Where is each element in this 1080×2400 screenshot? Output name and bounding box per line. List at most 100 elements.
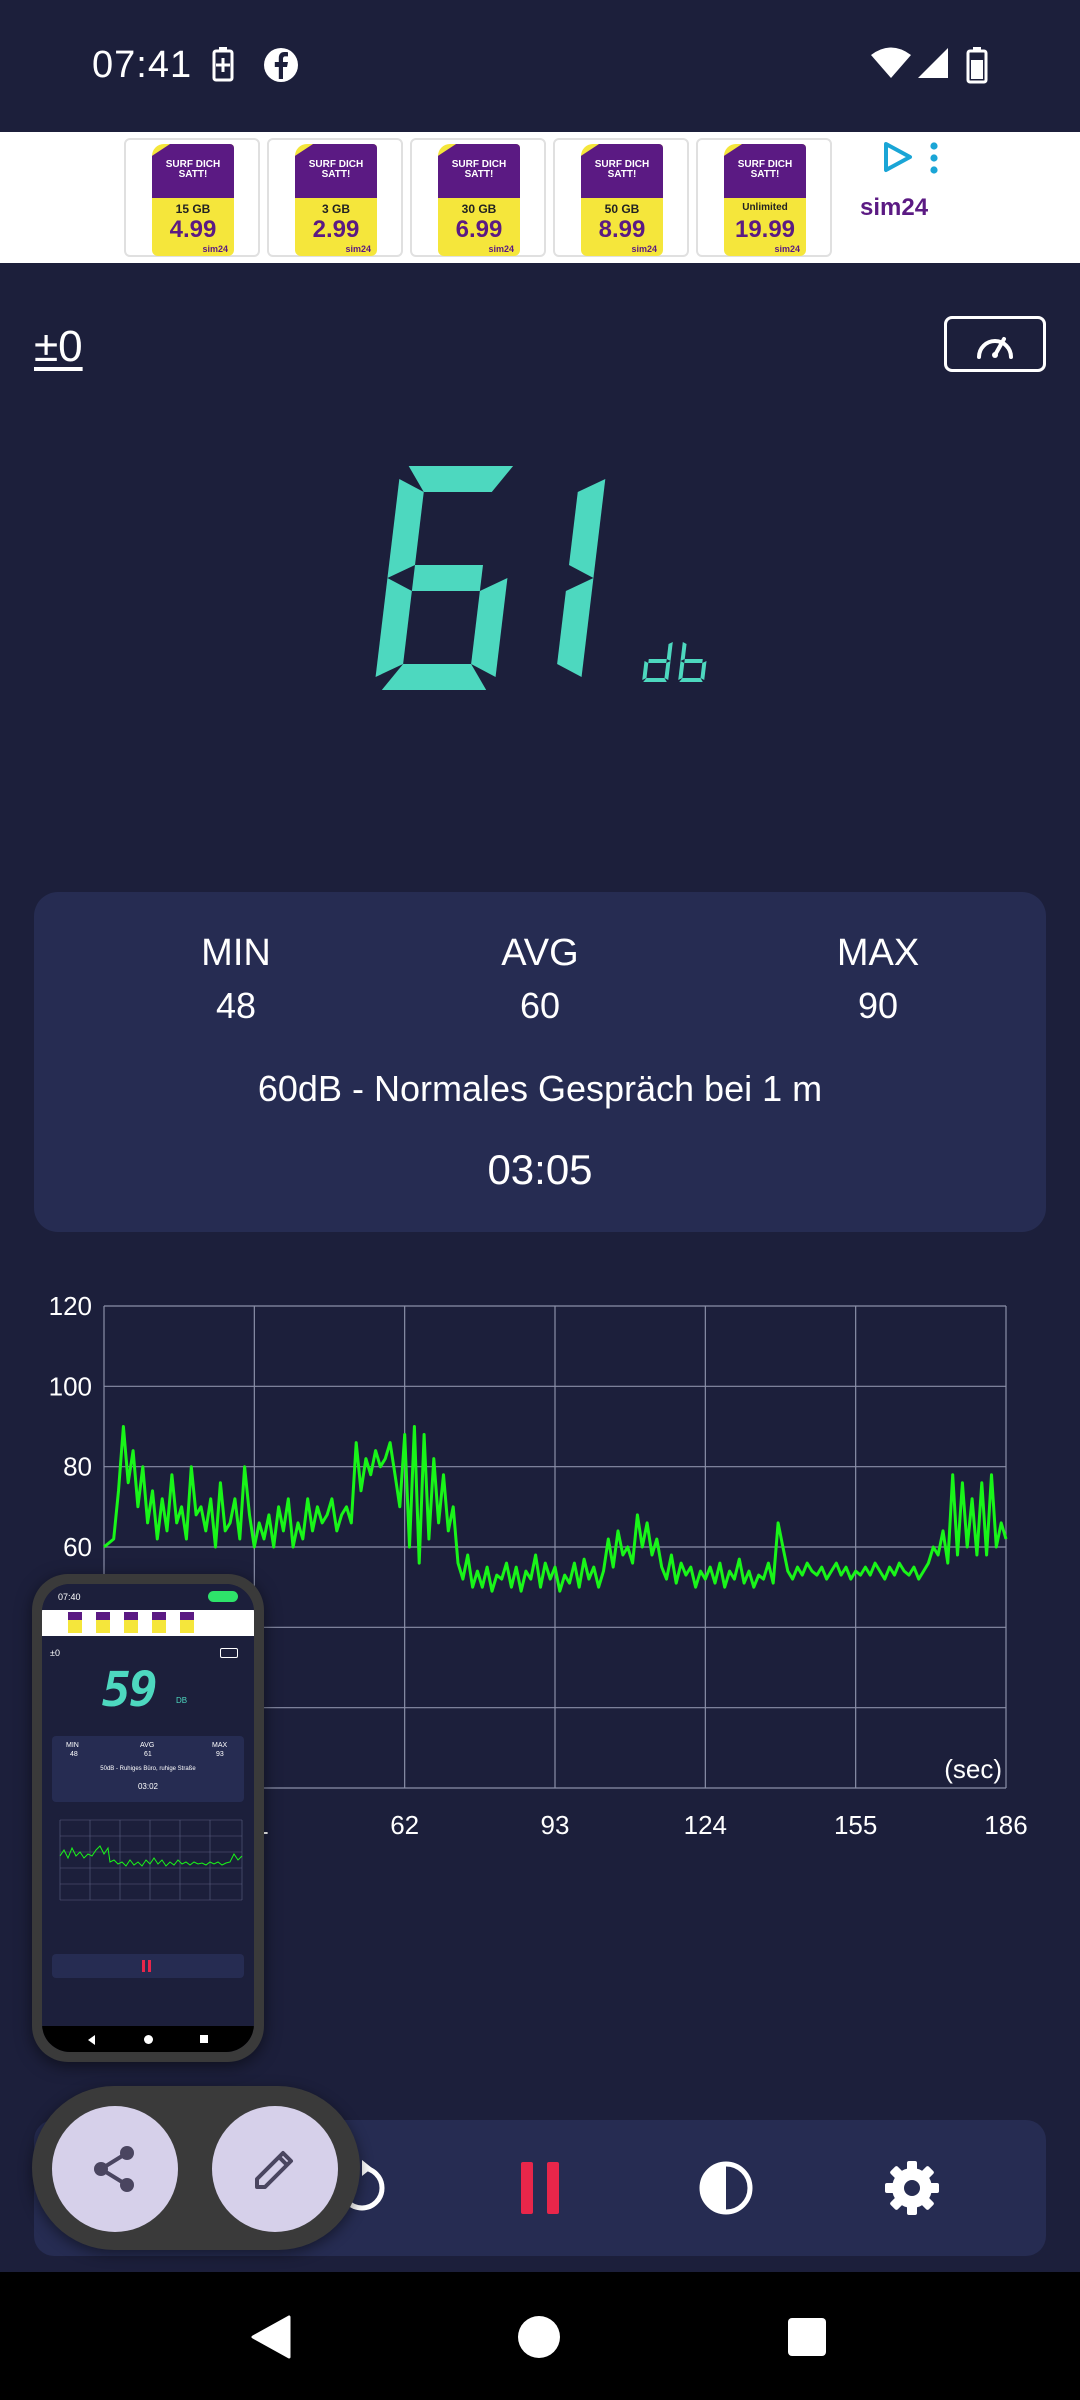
wifi-icon [870, 46, 912, 85]
digit-u0-segment-g [648, 659, 667, 663]
ad-price: 2.99 [312, 216, 360, 243]
home-icon [518, 2316, 560, 2358]
digit-0-segment-a [408, 466, 514, 492]
calibration-offset[interactable]: ±0 [34, 322, 83, 372]
sim-card-image: SURF DICH SATT! 50 GB 8.99 sim24 [581, 144, 663, 256]
x-tick-label: 62 [390, 1810, 419, 1840]
decibel-reading-display [370, 458, 630, 698]
digit-u0-segment-d [643, 678, 667, 682]
mini-screen: 07:40 ±0 59 DB MIN 48 AVG 61 MAX 93 50dB… [42, 1584, 254, 2052]
digit-1-segment-c [557, 578, 594, 677]
digit-u0-segment-e [642, 661, 649, 680]
ad-price: 8.99 [598, 216, 646, 243]
edit-button[interactable] [212, 2106, 338, 2232]
edit-icon [255, 2151, 293, 2189]
recents-button[interactable] [772, 2302, 842, 2372]
ad-choices-icon[interactable] [880, 140, 914, 179]
signal-icon [914, 46, 950, 85]
ad-tagline: SURF DICH SATT! [737, 159, 793, 180]
sim-card-image: SURF DICH SATT! Unlimited 19.99 sim24 [724, 144, 806, 256]
mini-toolbar [52, 1954, 244, 1978]
ad-data-amount: 30 GB [461, 202, 497, 216]
back-button[interactable] [236, 2302, 306, 2372]
y-tick-label: 120 [49, 1291, 92, 1321]
avg-value: 60 [519, 985, 561, 1026]
ad-data-amount: Unlimited [742, 202, 788, 213]
elapsed-timer: 03:05 [487, 1146, 593, 1193]
ad-brand: sim24 [488, 244, 514, 254]
status-bar: 07:41 [0, 0, 1080, 132]
x-tick-label: 124 [684, 1810, 727, 1840]
statistics-panel: MIN 48 AVG 60 MAX 90 60dB - Normales Ges… [34, 892, 1046, 1232]
gauge-mode-button[interactable] [944, 316, 1046, 372]
ad-logo: sim24 [860, 194, 929, 221]
decibel-unit-label [640, 636, 712, 686]
digit-0-segment-e [375, 578, 412, 677]
mini-stats-panel: MIN 48 AVG 61 MAX 93 50dB - Ruhiges Büro… [52, 1736, 244, 1802]
digit-u1-segment-f [680, 642, 687, 661]
floating-action-menu [32, 2086, 360, 2250]
digit-u1-segment-c [700, 661, 707, 680]
ad-tagline: SURF DICH SATT! [451, 159, 507, 180]
speedometer-icon [977, 337, 1013, 359]
facebook-icon [262, 46, 300, 89]
contrast-button[interactable] [688, 2150, 764, 2226]
ad-card[interactable]: SURF DICH SATT! 30 GB 6.99 sim24 [410, 138, 546, 257]
ad-tagline: SURF DICH SATT! [308, 159, 364, 180]
ad-card[interactable]: SURF DICH SATT! Unlimited 19.99 sim24 [696, 138, 832, 257]
mini-decibel-reading: 59 [102, 1662, 158, 1718]
contrast-icon [699, 2161, 753, 2215]
ad-card[interactable]: SURF DICH SATT! 15 GB 4.99 sim24 [124, 138, 260, 257]
sim-card-image: SURF DICH SATT! 30 GB 6.99 sim24 [438, 144, 520, 256]
mini-ad-banner [42, 1610, 254, 1636]
ad-data-amount: 50 GB [604, 202, 640, 216]
mini-unit-label: DB [176, 1696, 188, 1705]
x-tick-label: 155 [834, 1810, 877, 1840]
digit-u1-segment-g [684, 659, 703, 663]
ad-tagline: SURF DICH SATT! [165, 159, 221, 180]
digit-0-segment-g [411, 565, 483, 591]
ad-brand: sim24 [345, 244, 371, 254]
sim-card-image: SURF DICH SATT! 3 GB 2.99 sim24 [295, 144, 377, 256]
digit-u0-segment-b [666, 642, 673, 661]
more-vert-icon[interactable] [928, 142, 940, 179]
battery-saver-icon [212, 46, 234, 87]
y-tick-label: 100 [49, 1371, 92, 1401]
digit-0-segment-c [471, 578, 508, 677]
digit-0-segment-d [381, 664, 487, 690]
digit-u1-segment-e [678, 661, 685, 680]
x-tick-label: 186 [984, 1810, 1027, 1840]
pause-icon [521, 2162, 559, 2214]
min-label: MIN [201, 932, 271, 974]
x-tick-label: 93 [541, 1810, 570, 1840]
digit-u0-segment-c [664, 661, 671, 680]
ad-card[interactable]: SURF DICH SATT! 50 GB 8.99 sim24 [553, 138, 689, 257]
ad-brand: sim24 [202, 244, 228, 254]
digit-u1-segment-d [679, 678, 703, 682]
home-button[interactable] [504, 2302, 574, 2372]
status-time: 07:41 [92, 44, 193, 86]
ad-data-amount: 3 GB [321, 202, 350, 216]
x-axis-label: (sec) [944, 1754, 1002, 1784]
ad-price: 4.99 [169, 216, 217, 243]
mini-nav-bar [42, 2026, 254, 2052]
y-tick-label: 60 [63, 1532, 92, 1562]
ad-banner[interactable]: SURF DICH SATT! 15 GB 4.99 sim24 SURF DI… [0, 132, 1080, 263]
digit-1-segment-b [569, 479, 606, 578]
min-stat: MIN 48 [136, 932, 336, 1027]
ad-price: 6.99 [455, 216, 503, 243]
screenshot-preview-thumbnail[interactable]: 07:40 ±0 59 DB MIN 48 AVG 61 MAX 93 50dB… [32, 1574, 264, 2062]
back-icon [251, 2315, 291, 2359]
pause-button[interactable] [502, 2150, 578, 2226]
recents-icon [788, 2318, 826, 2356]
ad-card[interactable]: SURF DICH SATT! 3 GB 2.99 sim24 [267, 138, 403, 257]
noise-level-description: 60dB - Normales Gespräch bei 1 m [257, 1068, 823, 1109]
ad-brand: sim24 [631, 244, 657, 254]
battery-icon [966, 46, 988, 89]
settings-button[interactable] [874, 2150, 950, 2226]
avg-stat: AVG 60 [440, 932, 640, 1027]
ad-price: 19.99 [734, 216, 796, 243]
avg-label: AVG [501, 932, 579, 974]
share-button[interactable] [52, 2106, 178, 2232]
sim-card-image: SURF DICH SATT! 15 GB 4.99 sim24 [152, 144, 234, 256]
